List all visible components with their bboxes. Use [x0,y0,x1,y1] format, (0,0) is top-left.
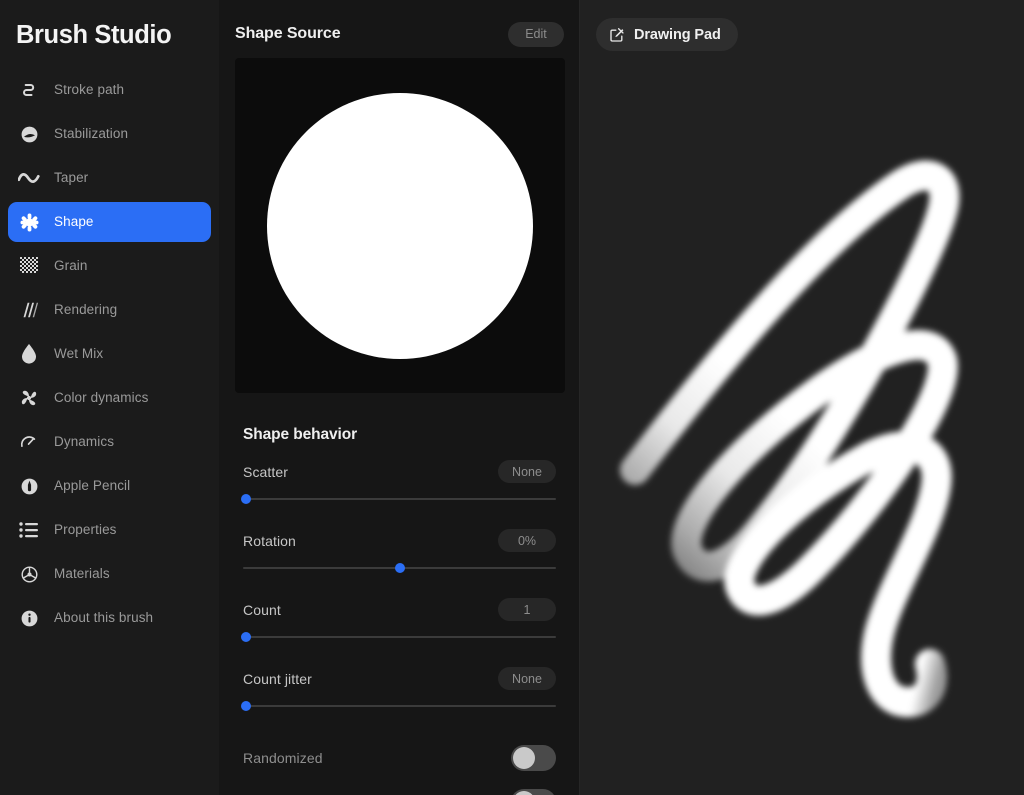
slider-label: Rotation [243,532,296,549]
brush-studio-window: Brush Studio Stroke path Stabilization T… [0,0,1024,795]
sidebar-item-rendering[interactable]: Rendering [8,290,211,330]
slider-rail [243,498,556,500]
slider-thumb[interactable] [241,701,252,711]
rendering-icon [18,299,40,321]
sidebar-item-about-this-brush[interactable]: About this brush [8,598,211,638]
shape-behavior-title: Shape behavior [243,426,358,443]
sidebar-item-dynamics[interactable]: Dynamics [8,422,211,462]
sidebar-item-materials[interactable]: Materials [8,554,211,594]
sidebar-item-apple-pencil[interactable]: Apple Pencil [8,466,211,506]
sidebar-item-stroke-path[interactable]: Stroke path [8,70,211,110]
sidebar-item-label: Apple Pencil [54,478,131,493]
info-icon [18,607,40,629]
slider-value: 0% [498,529,556,552]
sidebar-item-label: Wet Mix [54,346,104,361]
shape-preview-circle [267,92,533,359]
sidebar-item-label: Rendering [54,302,118,317]
toggle-knob [513,791,535,795]
sidebar-item-label: Taper [54,170,89,185]
apple-pencil-icon [18,475,40,497]
taper-icon [18,167,40,189]
sidebar-item-label: About this brush [54,610,154,625]
rotation-slider[interactable] [243,563,556,573]
sidebar-item-taper[interactable]: Taper [8,158,211,198]
slider-thumb[interactable] [241,494,252,504]
dynamics-icon [18,431,40,453]
slider-row-scatter: Scatter None [235,460,564,504]
pencil-square-icon [609,27,625,43]
slider-label: Count [243,601,281,618]
sidebar-item-label: Shape [54,214,94,229]
randomized-toggle[interactable] [511,745,556,771]
drawing-pad-button[interactable]: Drawing Pad [596,18,738,51]
sidebar-item-grain[interactable]: Grain [8,246,211,286]
sidebar-item-color-dynamics[interactable]: Color dynamics [8,378,211,418]
color-dynamics-icon [18,387,40,409]
materials-icon [18,563,40,585]
drawing-pad-label: Drawing Pad [634,26,721,43]
slider-row-rotation: Rotation 0% [235,529,564,573]
shape-settings-panel: Shape Source Edit Shape behavior Scatter… [219,0,580,795]
shape-source-title: Shape Source [235,25,341,42]
stroke-path-icon [18,79,40,101]
azimuth-toggle[interactable] [511,789,556,795]
shape-source-preview[interactable] [235,58,565,393]
slider-value: None [498,667,556,690]
sidebar-item-label: Dynamics [54,434,115,449]
toggle-row-randomized: Randomized [235,736,564,780]
sidebar-item-label: Stroke path [54,82,125,97]
slider-rail [243,636,556,638]
wet-mix-icon [18,343,40,365]
drawing-canvas-panel[interactable]: Drawing Pad [580,0,1024,795]
edit-button[interactable]: Edit [508,21,564,47]
shape-icon [18,211,40,233]
shape-source-header: Shape Source Edit [235,0,564,56]
sidebar: Brush Studio Stroke path Stabilization T… [0,0,219,795]
sidebar-item-label: Color dynamics [54,390,149,405]
sidebar-item-label: Stabilization [54,126,129,141]
canvas-toolbar: Drawing Pad [596,18,738,51]
slider-row-count-jitter: Count jitter None [235,667,564,711]
toggle-label: Randomized [243,750,323,766]
slider-value: None [498,460,556,483]
brush-stroke-preview [620,160,960,718]
slider-thumb[interactable] [394,563,405,573]
slider-row-count: Count 1 [235,598,564,642]
scatter-slider[interactable] [241,494,556,504]
sidebar-item-label: Materials [54,566,110,581]
grain-icon [18,255,40,277]
slider-label: Scatter [243,463,289,480]
sidebar-item-label: Grain [54,258,88,273]
slider-rail [243,705,556,707]
toggle-row-azimuth: Azimuth [235,780,564,795]
toggle-knob [513,747,535,769]
sidebar-item-properties[interactable]: Properties [8,510,211,550]
slider-value: 1 [498,598,556,621]
sidebar-item-wet-mix[interactable]: Wet Mix [8,334,211,374]
sidebar-item-label: Properties [54,522,117,537]
count-jitter-slider[interactable] [241,701,556,711]
slider-thumb[interactable] [241,632,252,642]
page-title: Brush Studio [16,21,172,49]
count-slider[interactable] [241,632,556,642]
sidebar-item-stabilization[interactable]: Stabilization [8,114,211,154]
sidebar-item-shape[interactable]: Shape [8,202,211,242]
slider-label: Count jitter [243,670,312,687]
properties-icon [18,519,40,541]
stabilization-icon [18,123,40,145]
